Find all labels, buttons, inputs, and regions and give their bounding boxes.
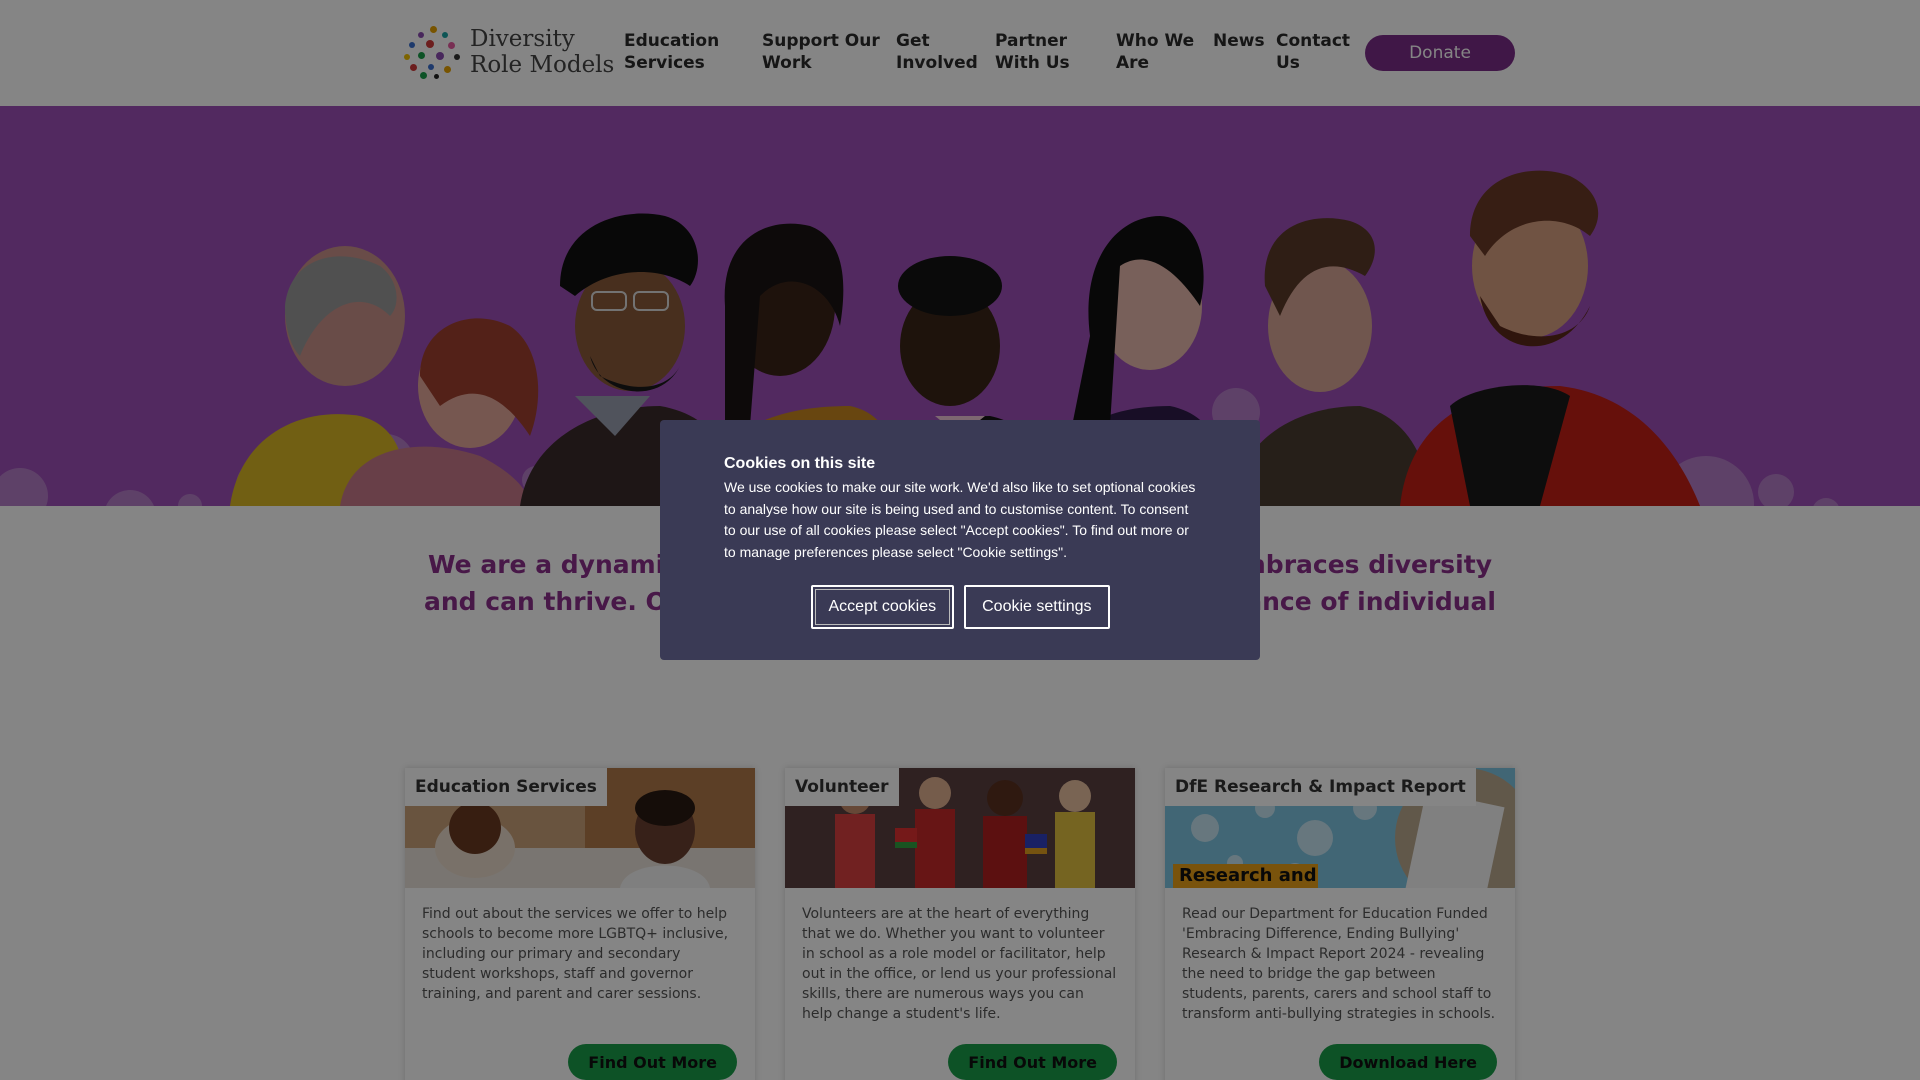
cookie-dialog-text: We use cookies to make our site work. We… (724, 479, 1196, 560)
cookie-dialog-title: Cookies on this site (724, 455, 876, 472)
cookie-consent-dialog: Cookies on this site We use cookies to m… (660, 420, 1260, 660)
cookie-settings-button[interactable]: Cookie settings (964, 585, 1110, 629)
accept-cookies-button[interactable]: Accept cookies (810, 585, 955, 629)
cookie-dialog-actions: Accept cookies Cookie settings (724, 585, 1196, 629)
